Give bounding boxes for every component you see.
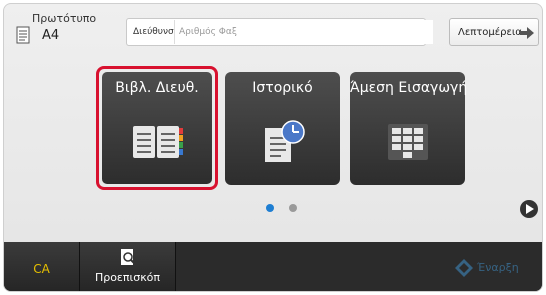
keypad-icon: [388, 124, 428, 160]
history-icon: [265, 120, 305, 162]
address-label: Διεύθυνση: [133, 27, 180, 37]
ca-label: CA: [33, 262, 50, 276]
address-field[interactable]: Διεύθυνση: [126, 18, 433, 46]
start-button[interactable]: Έναρξη: [437, 242, 542, 291]
play-right-icon: [526, 204, 534, 214]
page-indicator-active: [266, 204, 274, 212]
original-label: Πρωτότυπο: [32, 12, 97, 25]
bottom-bar: CA Προεπισκόπ Έναρξη: [4, 242, 542, 291]
fax-easy-mode-screen: Πρωτότυπο A4 Διεύθυνση Λεπτομέρεια Βιβλ.…: [3, 3, 543, 292]
next-page-button[interactable]: [520, 200, 538, 218]
preview-icon: [121, 249, 136, 265]
address-book-icon: [133, 126, 183, 158]
start-diamond-icon: [455, 259, 473, 277]
top-bar: Πρωτότυπο A4 Διεύθυνση Λεπτομέρεια: [4, 4, 542, 58]
details-label: Λεπτομέρεια: [458, 27, 522, 38]
history-tile[interactable]: Ιστορικό: [225, 72, 340, 185]
preview-button[interactable]: Προεπισκόπ: [80, 242, 176, 291]
arrow-right-icon: [520, 27, 534, 39]
history-label: Ιστορικό: [252, 80, 313, 96]
direct-entry-label: Άμεση Εισαγωγή: [350, 80, 468, 96]
fax-number-input[interactable]: [174, 20, 433, 44]
address-book-label: Βιβλ. Διευθ.: [115, 80, 199, 96]
page-indicator-inactive[interactable]: [289, 204, 297, 212]
address-book-tile[interactable]: Βιβλ. Διευθ.: [96, 66, 218, 190]
original-size: A4: [42, 28, 60, 43]
direct-entry-tile[interactable]: Άμεση Εισαγωγή: [350, 72, 468, 185]
details-button[interactable]: Λεπτομέρεια: [449, 18, 539, 46]
original-document-icon: [16, 26, 30, 44]
preview-label: Προεπισκόπ: [94, 271, 161, 284]
ca-button[interactable]: CA: [4, 242, 80, 291]
start-label: Έναρξη: [477, 261, 519, 274]
